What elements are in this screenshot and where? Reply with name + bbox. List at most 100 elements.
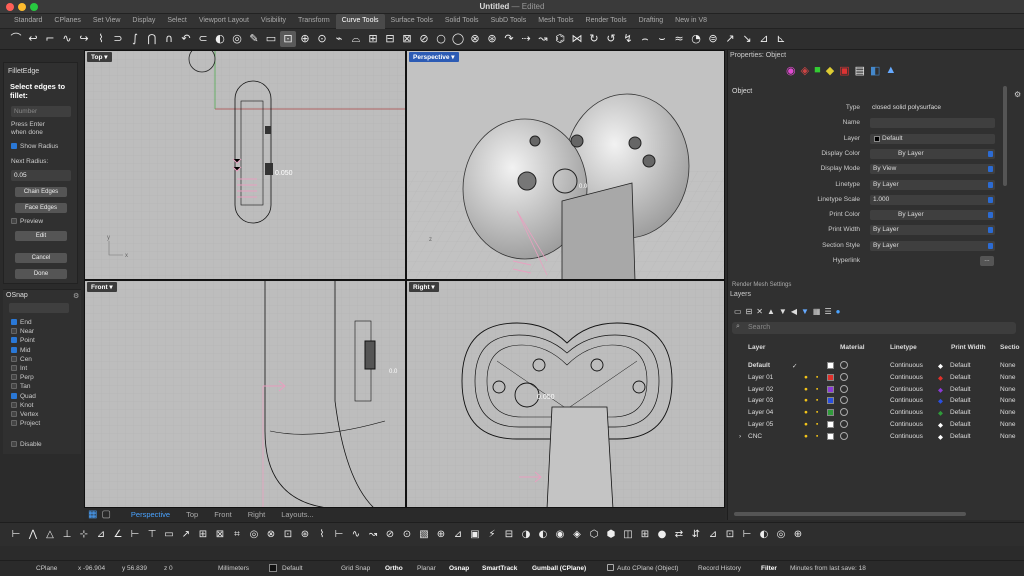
command-tool-icon[interactable]: ▭: [161, 527, 177, 543]
layer-linetype[interactable]: Continuous: [890, 433, 923, 440]
layer-search-input[interactable]: ⌕ Search: [732, 322, 1016, 334]
material-circle[interactable]: [840, 420, 848, 428]
lightbulb-icon[interactable]: ●: [804, 397, 808, 404]
material-icon[interactable]: ◈: [801, 64, 809, 77]
tab-surface-tools[interactable]: Surface Tools: [385, 14, 439, 29]
command-tool-icon[interactable]: ⊟: [501, 527, 517, 543]
viewport-label-top[interactable]: Top ▾: [87, 52, 112, 62]
face-edges-button[interactable]: Face Edges: [15, 203, 67, 213]
curve-tool-icon[interactable]: ⊃: [110, 31, 126, 47]
edge-softening-icon[interactable]: ▲: [885, 64, 896, 77]
decal-icon[interactable]: ◆: [826, 64, 834, 77]
curve-tool-icon[interactable]: ↯: [620, 31, 636, 47]
delete-layer-icon[interactable]: ✕: [756, 307, 763, 316]
help-icon[interactable]: ●: [836, 307, 841, 316]
layer-color-swatch[interactable]: [827, 421, 834, 428]
tab-new-in-v8[interactable]: New in V8: [669, 14, 713, 29]
prop-display-mode-field[interactable]: By View: [870, 164, 995, 175]
command-tool-icon[interactable]: ⊛: [297, 527, 313, 543]
auto-cplane-checkbox[interactable]: [607, 564, 614, 571]
units-status[interactable]: Millimeters: [218, 565, 249, 572]
layer-print-width[interactable]: Default: [950, 386, 971, 393]
lock-icon[interactable]: ▪: [816, 433, 818, 440]
osnap-quad-checkbox[interactable]: Quad: [11, 392, 36, 400]
curve-tool-icon[interactable]: ↝: [535, 31, 551, 47]
lock-icon[interactable]: ▪: [816, 421, 818, 428]
curve-tool-icon[interactable]: ⊟: [382, 31, 398, 47]
osnap-mid-checkbox[interactable]: Mid: [11, 346, 30, 354]
layer-color-swatch[interactable]: [827, 397, 834, 405]
curve-tool-icon[interactable]: ↷: [501, 31, 517, 47]
command-tool-icon[interactable]: ⊘: [382, 527, 398, 543]
list-icon[interactable]: ☰: [824, 307, 831, 316]
command-tool-icon[interactable]: ⊕: [790, 527, 806, 543]
tab-transform[interactable]: Transform: [292, 14, 336, 29]
layer-row[interactable]: Default ✓ Continuous ◆ Default None: [730, 360, 1020, 372]
curve-tool-icon[interactable]: ◔: [688, 31, 704, 47]
tab-set-view[interactable]: Set View: [87, 14, 127, 29]
layer-print-width[interactable]: Default: [950, 433, 971, 440]
tab-solid-tools[interactable]: Solid Tools: [439, 14, 485, 29]
tab-render-tools[interactable]: Render Tools: [580, 14, 633, 29]
auto-cplane-toggle[interactable]: Auto CPlane (Object): [617, 565, 678, 572]
curve-tool-icon[interactable]: ⊗: [467, 31, 483, 47]
command-tool-icon[interactable]: △: [42, 527, 58, 543]
grid-icon[interactable]: ▦: [813, 307, 821, 316]
properties-scrollbar[interactable]: [1003, 86, 1007, 186]
command-tool-icon[interactable]: ▣: [467, 527, 483, 543]
gumball-toggle[interactable]: Gumball (CPlane): [532, 565, 586, 572]
displacement-icon[interactable]: ▤: [855, 64, 865, 77]
command-tool-icon[interactable]: ⬢: [603, 527, 619, 543]
layer-color-swatch[interactable]: [827, 373, 834, 381]
command-tool-icon[interactable]: ⇄: [671, 527, 687, 543]
command-tool-icon[interactable]: ⇵: [688, 527, 704, 543]
lightbulb-icon[interactable]: ●: [804, 421, 808, 428]
viewport-right[interactable]: Right ▾ 0.050: [406, 280, 725, 508]
lightbulb-icon[interactable]: ●: [804, 386, 808, 393]
prop-section-style-field[interactable]: By Layer: [870, 240, 995, 251]
viewport-label-front[interactable]: Front ▾: [87, 282, 117, 292]
material-circle[interactable]: [840, 372, 848, 381]
osnap-filter-input[interactable]: [9, 303, 69, 313]
tab-select[interactable]: Select: [161, 14, 192, 29]
osnap-toggle[interactable]: Osnap: [449, 565, 469, 572]
command-tool-icon[interactable]: ⌗: [229, 527, 245, 543]
expand-chevron-icon[interactable]: ›: [739, 433, 741, 440]
command-tool-icon[interactable]: ◎: [246, 527, 262, 543]
viewport-label-right[interactable]: Right ▾: [409, 282, 439, 292]
layer-section-style[interactable]: None: [1000, 433, 1016, 440]
cplane-status[interactable]: CPlane: [36, 565, 57, 572]
viewport-perspective[interactable]: Perspective ▾ 0.0 z: [406, 50, 725, 280]
tab-curve-tools[interactable]: Curve Tools: [335, 14, 385, 29]
viewport-tab-front[interactable]: Front: [208, 510, 238, 519]
layer-section-style[interactable]: None: [1000, 362, 1016, 369]
layer-color-swatch[interactable]: [827, 385, 834, 393]
new-sublayer-icon[interactable]: ⊟: [746, 307, 753, 316]
curve-tool-icon[interactable]: ⊕: [297, 31, 313, 47]
curve-tool-icon[interactable]: ↪: [76, 31, 92, 47]
material-circle[interactable]: [840, 396, 848, 405]
command-tool-icon[interactable]: ⊡: [722, 527, 738, 543]
osnap-vertex-checkbox[interactable]: Vertex: [11, 411, 38, 418]
tab-standard[interactable]: Standard: [8, 14, 48, 29]
command-tool-icon[interactable]: ⊿: [93, 527, 109, 543]
curve-tool-icon[interactable]: ↩: [25, 31, 41, 47]
curve-tool-icon[interactable]: ⌁: [331, 31, 347, 47]
curve-tool-icon[interactable]: ⇢: [518, 31, 534, 47]
planar-toggle[interactable]: Planar: [417, 565, 436, 572]
layer-section-style[interactable]: None: [1000, 397, 1016, 404]
lightbulb-icon[interactable]: ●: [804, 374, 808, 381]
osnap-near-checkbox[interactable]: Near: [11, 328, 34, 335]
curve-tool-icon[interactable]: ▭: [263, 31, 279, 47]
curve-tool-icon[interactable]: ⊿: [756, 31, 772, 47]
lightbulb-icon[interactable]: ●: [804, 409, 808, 416]
layer-print-width[interactable]: Default: [950, 409, 971, 416]
show-radius-checkbox[interactable]: Show Radius: [11, 143, 58, 151]
command-tool-icon[interactable]: ◑: [518, 527, 534, 543]
curve-tool-icon[interactable]: ⊡: [280, 31, 296, 47]
command-tool-icon[interactable]: ◐: [756, 527, 772, 543]
curve-tool-icon[interactable]: ⌣: [654, 31, 670, 47]
tab-cplanes[interactable]: CPlanes: [48, 14, 86, 29]
command-tool-icon[interactable]: ⬡: [586, 527, 602, 543]
layer-row[interactable]: Layer 03 ● ▪ Continuous ◆ Default None: [730, 395, 1020, 407]
